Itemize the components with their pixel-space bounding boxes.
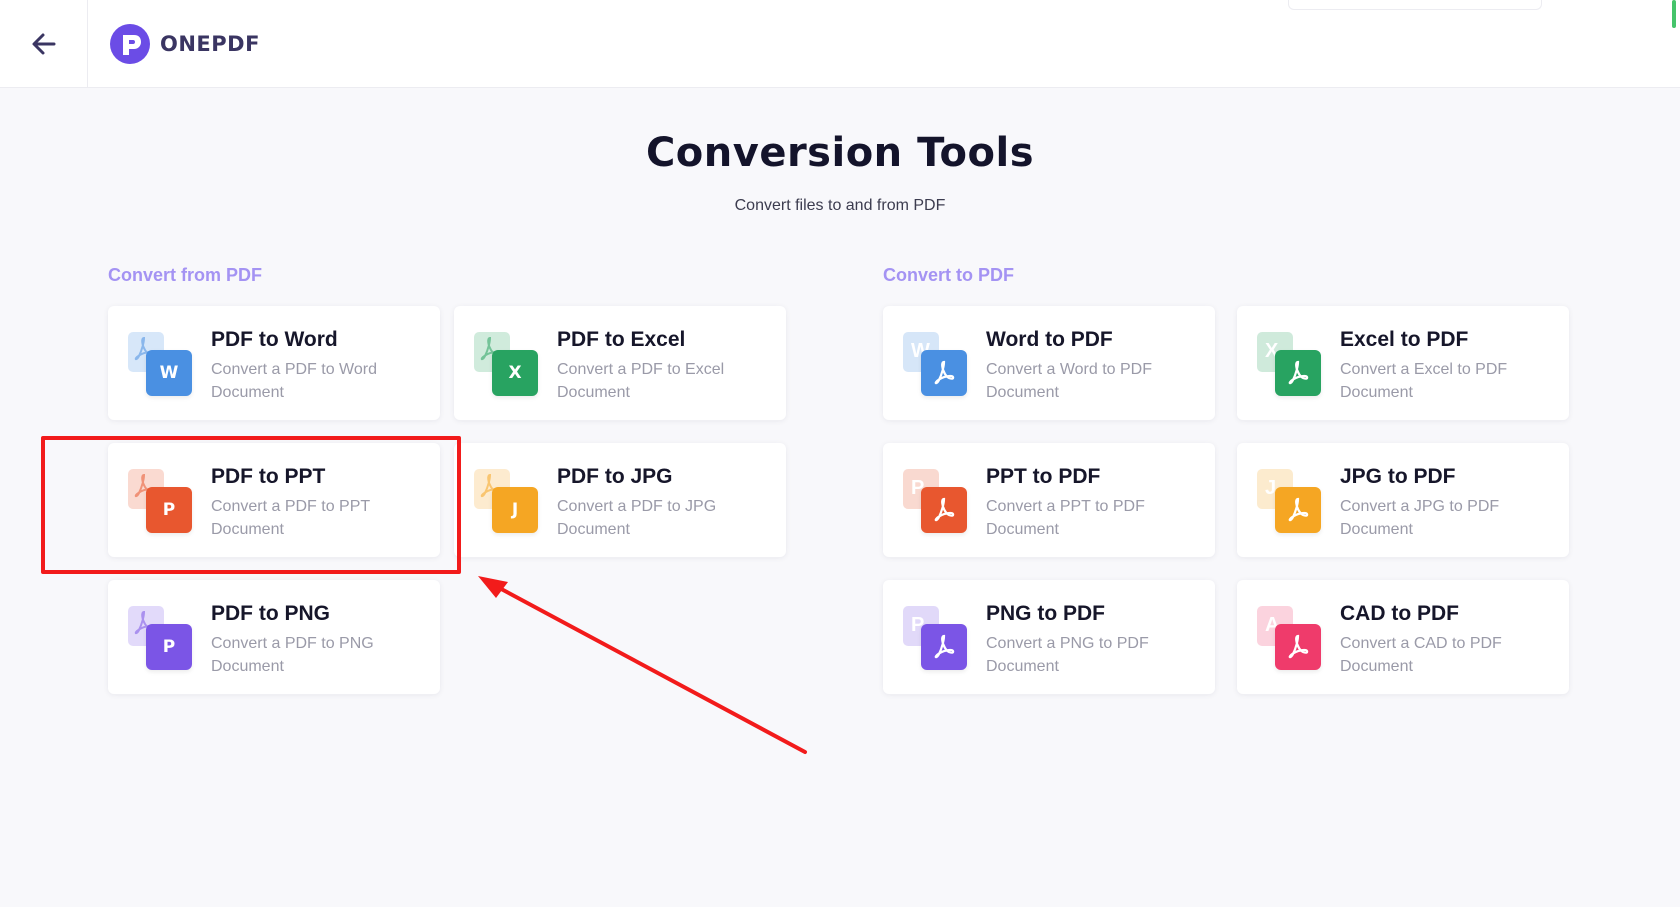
card-cad-to-pdf[interactable]: A CAD to PDF Convert a CAD to PDF Docume… bbox=[1237, 580, 1569, 694]
arrow-left-icon bbox=[32, 33, 55, 55]
section-heading-from-pdf: Convert from PDF bbox=[108, 265, 263, 285]
card-word-to-pdf[interactable]: W Word to PDF Convert a Word to PDF Docu… bbox=[883, 306, 1215, 420]
card-title: PPT to PDF bbox=[986, 465, 1101, 488]
top-bar: ONEPDF bbox=[0, 0, 1680, 88]
page-title: Conversion Tools bbox=[645, 130, 1035, 176]
pdf-icon bbox=[1275, 350, 1321, 396]
pdf-to-word-icon: W bbox=[126, 330, 196, 400]
ppt-to-pdf-icon: P bbox=[901, 467, 971, 537]
png-icon: P bbox=[146, 624, 192, 670]
acrobat-icon bbox=[934, 360, 955, 385]
page-subtitle: Convert files to and from PDF bbox=[734, 197, 946, 214]
card-pdf-to-word[interactable]: W PDF to Word Convert a PDF to Word Docu… bbox=[108, 306, 440, 420]
card-title: PDF to Excel bbox=[557, 328, 686, 351]
card-description: Convert a PDF to Excel Document bbox=[557, 361, 725, 401]
png-to-pdf-icon: P bbox=[901, 604, 971, 674]
card-title: PDF to PPT bbox=[211, 465, 326, 488]
card-pdf-to-png[interactable]: P PDF to PNG Convert a PDF to PNG Docume… bbox=[108, 580, 440, 694]
card-pdf-to-ppt[interactable]: P PDF to PPT Convert a PDF to PPT Docume… bbox=[108, 443, 440, 557]
card-description: Convert a PDF to JPG Document bbox=[557, 498, 717, 538]
card-excel-to-pdf[interactable]: X Excel to PDF Convert a Excel to PDF Do… bbox=[1237, 306, 1569, 420]
pdf-icon bbox=[1275, 624, 1321, 670]
brand-name: ONEPDF bbox=[160, 32, 260, 56]
jpg-icon: J bbox=[492, 487, 538, 533]
cad-to-pdf-icon: A bbox=[1255, 604, 1325, 674]
pdf-to-ppt-icon: P bbox=[126, 467, 196, 537]
excel-icon: X bbox=[492, 350, 538, 396]
card-pdf-to-excel[interactable]: X PDF to Excel Convert a PDF to Excel Do… bbox=[454, 306, 786, 420]
card-description: Convert a PDF to PNG Document bbox=[211, 635, 374, 675]
acrobat-icon bbox=[934, 497, 955, 522]
ppt-icon: P bbox=[146, 487, 192, 533]
top-panel-edge bbox=[1288, 0, 1542, 10]
card-description: Convert a PPT to PDF Document bbox=[986, 498, 1145, 538]
card-description: Convert a JPG to PDF Document bbox=[1340, 498, 1500, 538]
card-description: Convert a PDF to PPT Document bbox=[211, 498, 370, 538]
card-title: Word to PDF bbox=[986, 328, 1113, 351]
excel-to-pdf-icon: X bbox=[1255, 330, 1325, 400]
word-to-pdf-icon: W bbox=[901, 330, 971, 400]
onepdf-logo-icon bbox=[110, 24, 150, 64]
acrobat-icon bbox=[1288, 360, 1309, 385]
card-description: Convert a PDF to Word Document bbox=[211, 361, 377, 401]
card-title: JPG to PDF bbox=[1340, 465, 1456, 488]
section-heading-to-pdf: Convert to PDF bbox=[883, 265, 1015, 285]
card-pdf-to-jpg[interactable]: J PDF to JPG Convert a PDF to JPG Docume… bbox=[454, 443, 786, 557]
back-button[interactable] bbox=[0, 0, 88, 88]
jpg-to-pdf-icon: J bbox=[1255, 467, 1325, 537]
brand-logo[interactable]: ONEPDF bbox=[110, 24, 260, 64]
card-description: Convert a Word to PDF Document bbox=[986, 361, 1152, 401]
card-title: Excel to PDF bbox=[1340, 328, 1469, 351]
pdf-icon bbox=[921, 487, 967, 533]
card-title: CAD to PDF bbox=[1340, 602, 1459, 625]
card-description: Convert a CAD to PDF Document bbox=[1340, 635, 1502, 675]
pdf-icon bbox=[921, 624, 967, 670]
acrobat-icon bbox=[1288, 497, 1309, 522]
pdf-to-excel-icon: X bbox=[472, 330, 542, 400]
card-title: PDF to JPG bbox=[557, 465, 673, 488]
card-title: PDF to Word bbox=[211, 328, 338, 351]
card-png-to-pdf[interactable]: P PNG to PDF Convert a PNG to PDF Docume… bbox=[883, 580, 1215, 694]
card-title: PDF to PNG bbox=[211, 602, 330, 625]
card-ppt-to-pdf[interactable]: P PPT to PDF Convert a PPT to PDF Docume… bbox=[883, 443, 1215, 557]
card-jpg-to-pdf[interactable]: J JPG to PDF Convert a JPG to PDF Docume… bbox=[1237, 443, 1569, 557]
pdf-to-jpg-icon: J bbox=[472, 467, 542, 537]
pdf-icon bbox=[1275, 487, 1321, 533]
card-description: Convert a Excel to PDF Document bbox=[1340, 361, 1508, 401]
card-title: PNG to PDF bbox=[986, 602, 1105, 625]
card-description: Convert a PNG to PDF Document bbox=[986, 635, 1149, 675]
pdf-to-png-icon: P bbox=[126, 604, 196, 674]
acrobat-icon bbox=[934, 634, 955, 659]
word-icon: W bbox=[146, 350, 192, 396]
scrollbar-thumb[interactable] bbox=[1672, 0, 1676, 28]
acrobat-icon bbox=[1288, 634, 1309, 659]
pdf-icon bbox=[921, 350, 967, 396]
